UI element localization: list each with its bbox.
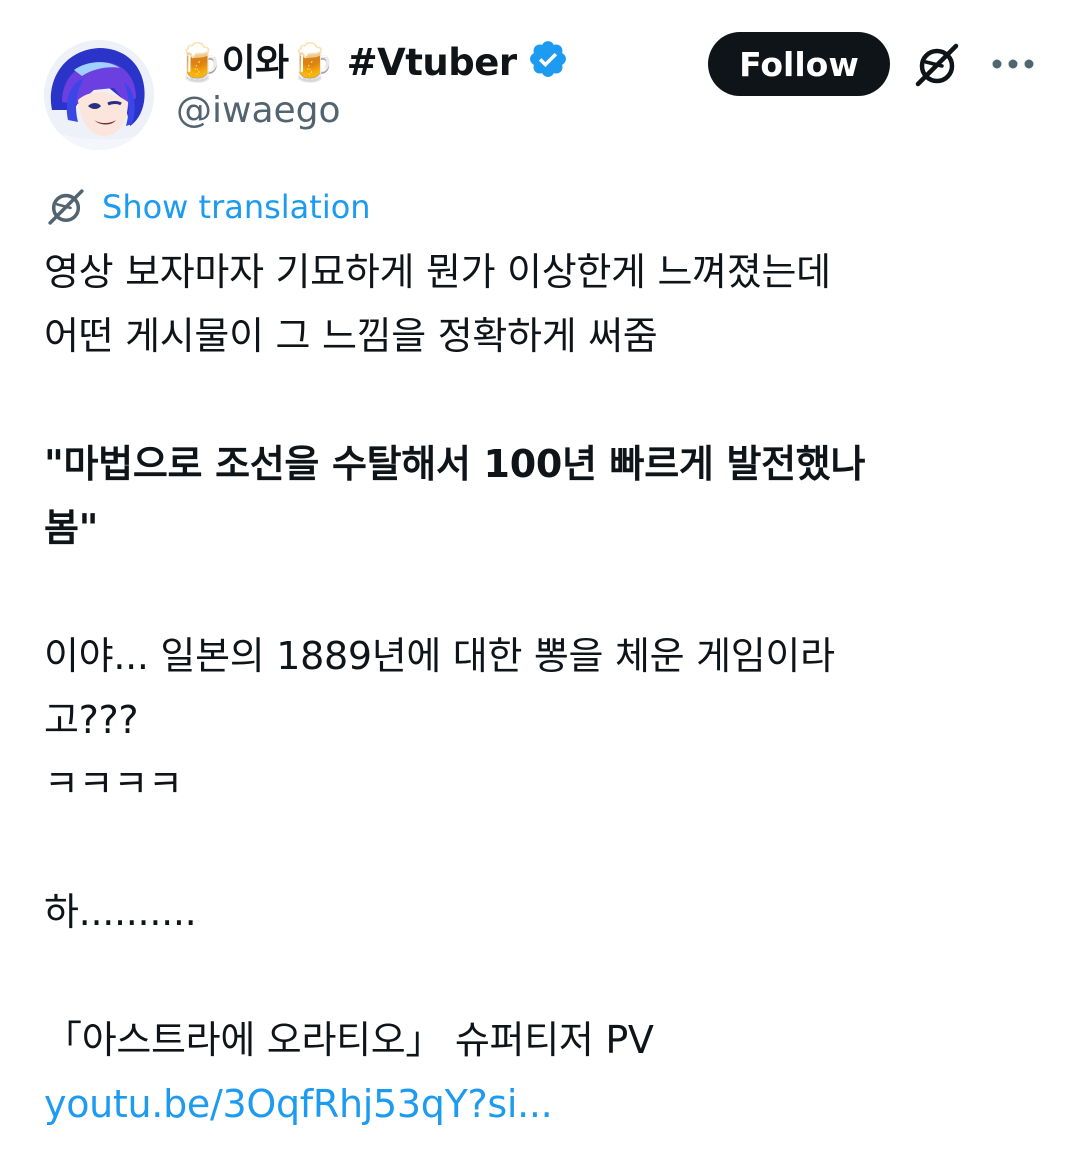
- grok-icon[interactable]: [910, 40, 964, 90]
- name-row: 🍺이와🍺 #Vtuber: [176, 34, 569, 84]
- tweet-text-line: 이야... 일본의 1889년에 대한 뽕을 체운 게임이라: [44, 634, 835, 678]
- tweet-text-line: 「아스트라에 오라티오」 슈퍼티저 PV: [44, 1018, 654, 1062]
- show-translation[interactable]: Show translation: [44, 182, 371, 232]
- tweet-text-line: ㅋㅋㅋㅋ: [44, 762, 183, 806]
- grok-translate-icon: [44, 185, 88, 229]
- tweet-text-line: 하..........: [44, 890, 197, 934]
- tweet-text-line: 어떤 게시물이 그 느낌을 정확하게 써줌: [44, 314, 658, 358]
- tweet-header: 🍺이와🍺 #Vtuber @iwaego Follow: [0, 0, 1080, 150]
- tweet: 🍺이와🍺 #Vtuber @iwaego Follow Show transla…: [0, 0, 1080, 1172]
- tweet-quote-line: 봄": [44, 506, 99, 550]
- more-dots-icon[interactable]: [988, 44, 1038, 84]
- verified-badge-icon: [527, 38, 569, 80]
- avatar[interactable]: [44, 40, 154, 150]
- tweet-text-line: 고???: [44, 698, 139, 742]
- tweet-link[interactable]: youtu.be/3OqfRhj53qY?si...: [44, 1082, 553, 1126]
- tweet-quote-line: "마법으로 조선을 수탈해서 100년 빠르게 발전했나: [44, 442, 866, 486]
- show-translation-label[interactable]: Show translation: [102, 188, 371, 226]
- avatar-image: [44, 40, 154, 150]
- display-name[interactable]: 🍺이와🍺 #Vtuber: [176, 32, 517, 86]
- tweet-body: 영상 보자마자 기묘하게 뭔가 이상한게 느껴졌는데 어떤 게시물이 그 느낌을…: [44, 240, 1044, 1136]
- follow-button[interactable]: Follow: [708, 32, 890, 96]
- tweet-text-line: 영상 보자마자 기묘하게 뭔가 이상한게 느껴졌는데: [44, 250, 831, 294]
- user-handle[interactable]: @iwaego: [176, 90, 341, 131]
